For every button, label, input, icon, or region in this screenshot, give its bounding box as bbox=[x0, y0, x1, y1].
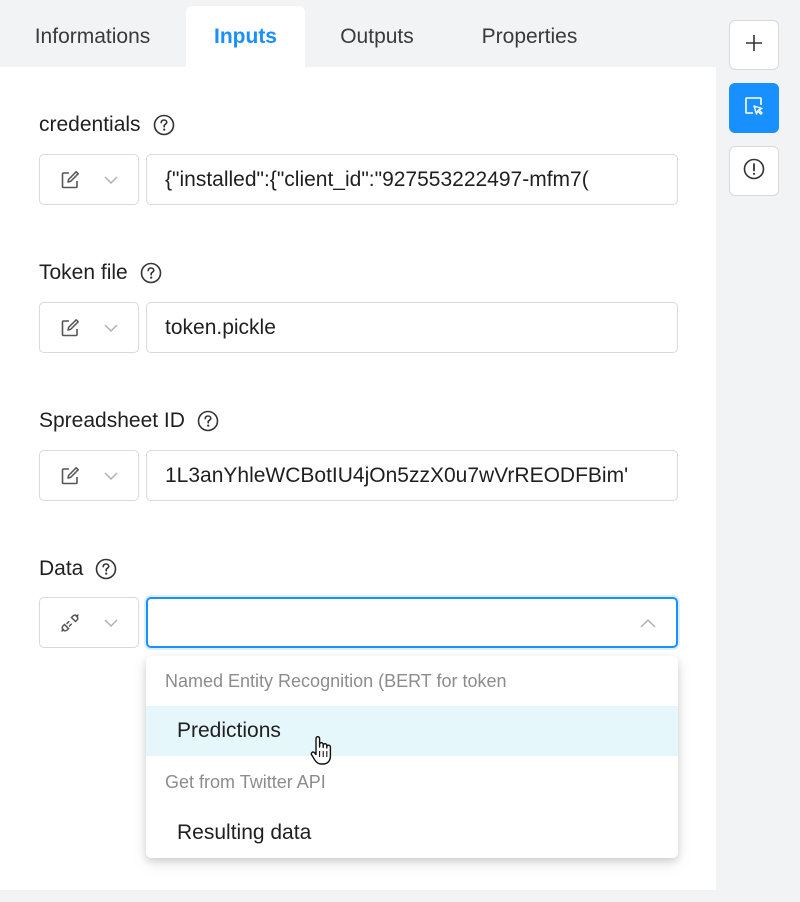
token-file-mode-select[interactable] bbox=[39, 302, 139, 353]
edit-icon bbox=[59, 169, 81, 191]
data-label-row: Data bbox=[39, 557, 117, 581]
tab-outputs[interactable]: Outputs bbox=[305, 6, 449, 67]
chevron-down-icon bbox=[102, 614, 120, 632]
link-icon bbox=[59, 612, 81, 634]
field-label: credentials bbox=[39, 113, 141, 136]
chevron-down-icon bbox=[102, 171, 120, 189]
field-label: Spreadsheet ID bbox=[39, 409, 185, 432]
hand-pointer-icon bbox=[309, 735, 335, 767]
info-button[interactable] bbox=[729, 146, 779, 196]
field-label: Token file bbox=[39, 261, 128, 284]
tab-inputs[interactable]: Inputs bbox=[186, 6, 305, 67]
credentials-label-row: credentials bbox=[39, 113, 175, 137]
edit-icon bbox=[59, 317, 81, 339]
select-tool-button[interactable] bbox=[729, 83, 779, 133]
chevron-up-icon bbox=[638, 614, 658, 634]
data-dropdown-menu: Named Entity Recognition (BERT for token… bbox=[146, 656, 678, 858]
token-file-input[interactable]: token.pickle bbox=[146, 302, 678, 353]
tab-properties[interactable]: Properties bbox=[449, 6, 610, 67]
credentials-input[interactable]: {"installed":{"client_id":"927553222497-… bbox=[146, 154, 678, 205]
token-file-label-row: Token file bbox=[39, 261, 162, 285]
spreadsheet-id-label-row: Spreadsheet ID bbox=[39, 409, 219, 433]
dropdown-group-title: Named Entity Recognition (BERT for token bbox=[165, 671, 507, 691]
select-cursor-icon bbox=[743, 95, 765, 122]
chevron-down-icon bbox=[102, 319, 120, 337]
field-label: Data bbox=[39, 557, 84, 580]
dropdown-option-resulting-data[interactable]: Resulting data bbox=[146, 808, 678, 858]
node-config-panel: Informations Inputs Outputs Properties c… bbox=[0, 0, 716, 890]
add-button[interactable] bbox=[729, 20, 779, 70]
plus-icon bbox=[743, 32, 765, 59]
question-circle-icon[interactable] bbox=[153, 114, 175, 136]
data-mode-select[interactable] bbox=[39, 597, 139, 648]
dropdown-option-predictions[interactable]: Predictions bbox=[146, 706, 678, 756]
tab-informations[interactable]: Informations bbox=[0, 6, 185, 67]
spreadsheet-id-input[interactable]: 1L3anYhleWCBotIU4jOn5zzX0u7wVrREODFBim' bbox=[146, 450, 678, 501]
spreadsheet-id-mode-select[interactable] bbox=[39, 450, 139, 501]
data-select[interactable] bbox=[146, 597, 678, 648]
question-circle-icon[interactable] bbox=[140, 262, 162, 284]
edit-icon bbox=[59, 465, 81, 487]
question-circle-icon[interactable] bbox=[95, 558, 117, 580]
tab-bar: Informations Inputs Outputs Properties bbox=[0, 0, 716, 67]
info-circle-icon bbox=[743, 158, 765, 185]
dropdown-group-title: Get from Twitter API bbox=[165, 772, 326, 792]
question-circle-icon[interactable] bbox=[197, 410, 219, 432]
chevron-down-icon bbox=[102, 467, 120, 485]
credentials-mode-select[interactable] bbox=[39, 154, 139, 205]
